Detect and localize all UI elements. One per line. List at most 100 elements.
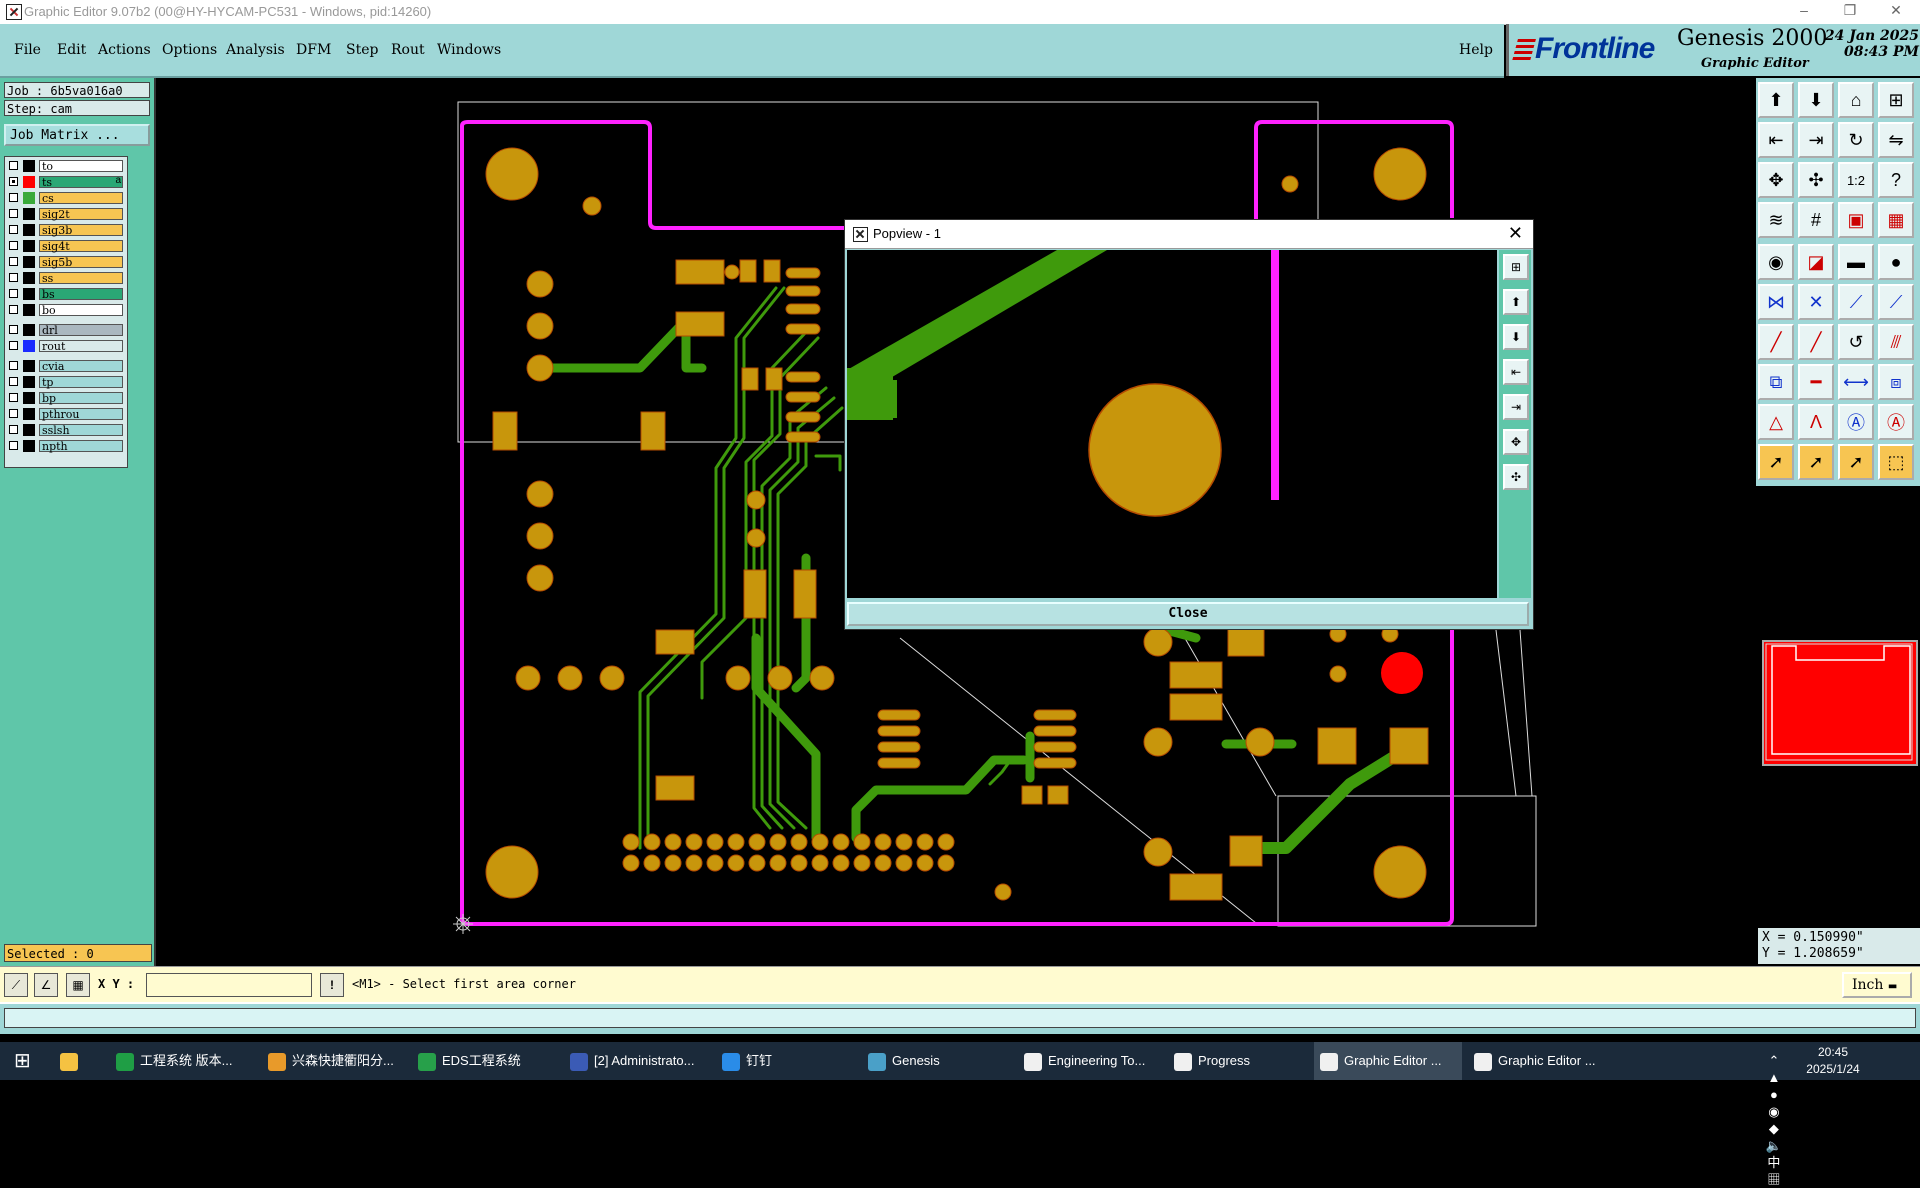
select-area-icon[interactable]: ⬚ (1878, 444, 1914, 480)
shape-icon[interactable]: Ⓐ (1838, 404, 1874, 440)
taskbar-item[interactable]: 兴森快捷衢阳分... (262, 1042, 408, 1080)
fence-icon[interactable]: ⫻ (1878, 324, 1914, 360)
menu-file[interactable]: File (14, 42, 41, 58)
start-windows-icon[interactable]: ⊞ (14, 1042, 31, 1080)
layer-checkbox[interactable] (9, 325, 18, 334)
popview-canvas[interactable] (847, 250, 1497, 598)
pan-right-icon[interactable]: ⇥ (1798, 122, 1834, 158)
connect-icon[interactable]: ⋈ (1758, 284, 1794, 320)
minimap[interactable] (1762, 640, 1918, 766)
taskbar-item[interactable]: 工程系统 版本... (110, 1042, 256, 1080)
layer-color-swatch[interactable] (23, 288, 35, 300)
grid-mode-icon[interactable]: ▦ (66, 973, 90, 997)
menu-analysis[interactable]: Analysis (226, 42, 285, 58)
popview-title-bar[interactable]: Popview - 1 ✕ (845, 220, 1533, 249)
pan-left-icon[interactable]: ⇤ (1758, 122, 1794, 158)
layer-name[interactable]: sig3b (39, 224, 123, 237)
close-window-button[interactable]: ✕ (1876, 2, 1916, 19)
vertex-icon[interactable]: Λ (1798, 404, 1834, 440)
layer-color-swatch[interactable] (23, 392, 35, 404)
layer-color-swatch[interactable] (23, 424, 35, 436)
arc-icon[interactable]: ↺ (1838, 324, 1874, 360)
scale-1to2-icon[interactable]: 1:2 (1838, 162, 1874, 198)
layer-color-swatch[interactable] (23, 256, 35, 268)
window-title-bar[interactable]: Graphic Editor 9.07b2 (00@HY-HYCAM-PC531… (0, 0, 1920, 25)
center-icon[interactable]: ✣ (1798, 162, 1834, 198)
taskbar-item[interactable]: EDS工程系统 (412, 1042, 558, 1080)
popview-center-icon[interactable]: ✣ (1503, 464, 1529, 490)
layer-row-to[interactable]: to (7, 159, 125, 173)
layer-checkbox[interactable] (9, 377, 18, 386)
draw-line2-icon[interactable]: ╱ (1798, 324, 1834, 360)
layer-checkbox[interactable] (9, 161, 18, 170)
snap-grid-icon[interactable]: ▦ (1878, 202, 1914, 238)
redraw-icon[interactable]: ↻ (1838, 122, 1874, 158)
layer-checkbox[interactable] (9, 209, 18, 218)
layer-name[interactable]: cvia (39, 360, 123, 373)
fit-screen-icon[interactable]: ✥ (1758, 162, 1794, 198)
transform-icon[interactable]: ⧈ (1878, 364, 1914, 400)
menu-step[interactable]: Step (346, 42, 378, 58)
restore-button[interactable]: ❐ (1830, 2, 1870, 19)
shape2-icon[interactable]: Ⓐ (1878, 404, 1914, 440)
taskbar-item[interactable]: Progress (1168, 1042, 1308, 1080)
layer-name[interactable]: pthrou (39, 408, 123, 421)
triangle-icon[interactable]: △ (1758, 404, 1794, 440)
taskbar-item[interactable]: Engineering To... (1018, 1042, 1164, 1080)
taskbar-item[interactable]: Graphic Editor ... (1468, 1042, 1614, 1080)
layer-name[interactable]: bo (39, 304, 123, 317)
layer-row-npth[interactable]: npth (7, 439, 125, 453)
layer-color-swatch[interactable] (23, 272, 35, 284)
layer-checkbox[interactable] (9, 409, 18, 418)
job-matrix-button[interactable]: Job Matrix ... (4, 124, 150, 146)
layer-checkbox[interactable] (9, 305, 18, 314)
layer-row-ss[interactable]: ss (7, 271, 125, 285)
layer-row-tp[interactable]: tp (7, 375, 125, 389)
layer-color-swatch[interactable] (23, 408, 35, 420)
layer-color-swatch[interactable] (23, 304, 35, 316)
clock[interactable]: 20:45 2025/1/24 (1788, 1044, 1878, 1078)
popview-down-icon[interactable]: ⬇ (1503, 324, 1529, 350)
menu-windows[interactable]: Windows (437, 42, 501, 58)
layer-row-rout[interactable]: rout (7, 339, 125, 353)
layer-name[interactable]: npth (39, 440, 123, 453)
layer-name[interactable]: rout (39, 340, 123, 353)
polarity-icon[interactable]: ◪ (1798, 244, 1834, 280)
pad-icon[interactable]: ● (1878, 244, 1914, 280)
popview-close-button[interactable]: Close (847, 602, 1529, 626)
layers-icon[interactable]: ≋ (1758, 202, 1794, 238)
menu-help[interactable]: Help (1459, 42, 1493, 58)
menu-options[interactable]: Options (162, 42, 217, 58)
popview-up-icon[interactable]: ⬆ (1503, 289, 1529, 315)
layer-checkbox[interactable] (9, 441, 18, 450)
layer-checkbox[interactable] (9, 225, 18, 234)
angle-mode-icon[interactable]: ∠ (34, 973, 58, 997)
layer-name[interactable]: sig4t (39, 240, 123, 253)
menu-actions[interactable]: Actions (98, 42, 151, 58)
taskbar-item[interactable]: [2] Administrato... (564, 1042, 710, 1080)
layer-color-swatch[interactable] (23, 208, 35, 220)
layer-checkbox[interactable] (9, 289, 18, 298)
layer-name[interactable]: to (39, 160, 123, 173)
layer-color-swatch[interactable] (23, 224, 35, 236)
split-view-icon[interactable]: ⊞ (1878, 82, 1914, 118)
layer-row-sig4t[interactable]: sig4t (7, 239, 125, 253)
draw-line-icon[interactable]: ╱ (1758, 324, 1794, 360)
layer-checkbox[interactable] (9, 257, 18, 266)
layer-name[interactable]: bs (39, 288, 123, 301)
layer-checkbox[interactable] (9, 341, 18, 350)
layer-checkbox[interactable] (9, 361, 18, 370)
layer-color-swatch[interactable] (23, 376, 35, 388)
layer-name[interactable]: sslsh (39, 424, 123, 437)
layer-color-swatch[interactable] (23, 324, 35, 336)
help-icon[interactable]: ? (1878, 162, 1914, 198)
select-pointer3-icon[interactable]: ➚ (1838, 444, 1874, 480)
info-icon[interactable]: ! (320, 973, 344, 997)
ruler-icon[interactable]: ▬ (1838, 244, 1874, 280)
line-node2-icon[interactable]: ⟋ (1878, 284, 1914, 320)
layer-name[interactable]: sig2t (39, 208, 123, 221)
grid-icon[interactable]: # (1798, 202, 1834, 238)
layer-row-sig5b[interactable]: sig5b (7, 255, 125, 269)
dash-icon[interactable]: ━ (1798, 364, 1834, 400)
layer-row-bo[interactable]: bo (7, 303, 125, 317)
